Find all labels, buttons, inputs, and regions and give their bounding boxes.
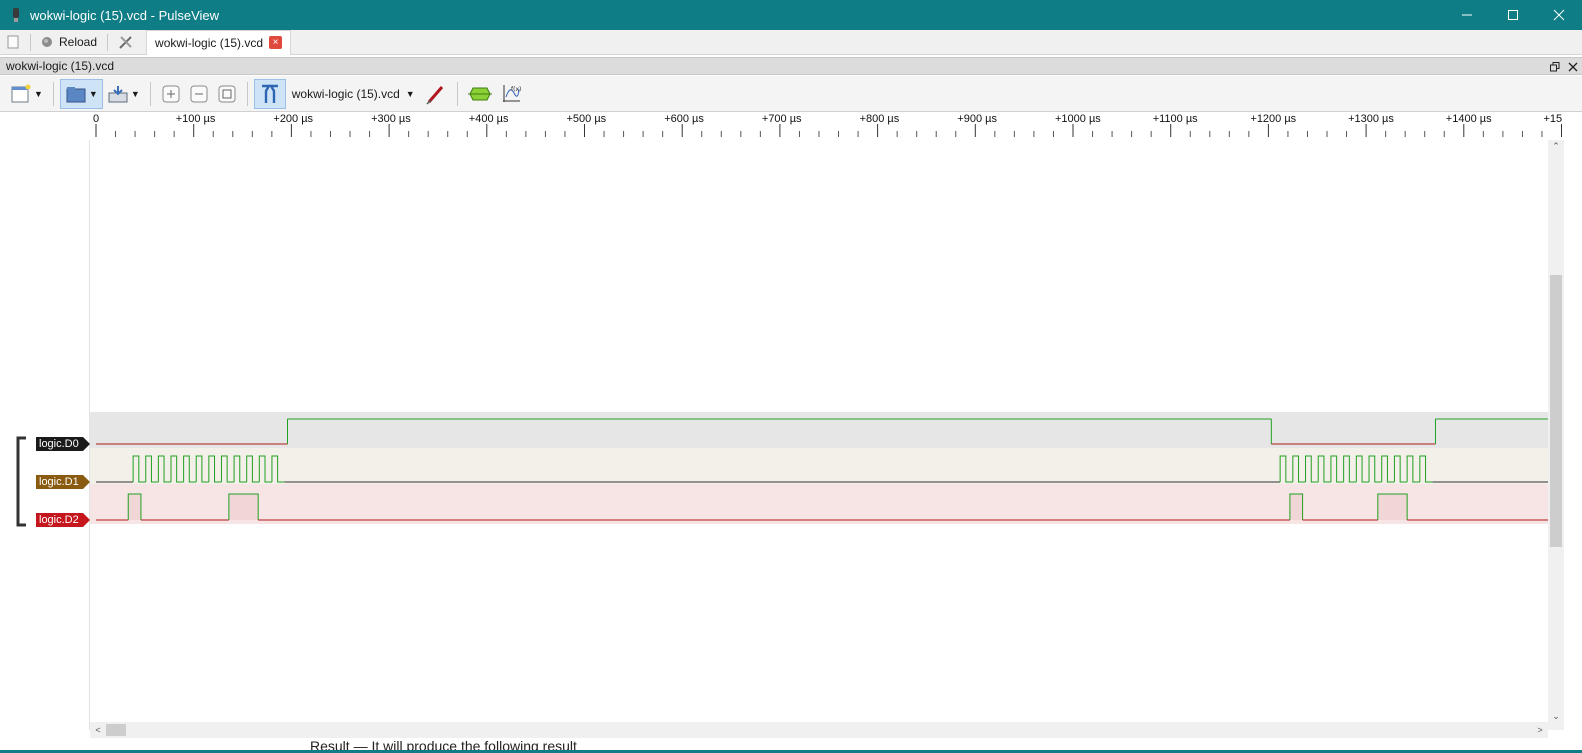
cursor-markers-icon (261, 84, 278, 103)
toolbar-separator (456, 81, 458, 106)
add-decoder-button[interactable] (464, 79, 496, 109)
vertical-scrollbar[interactable]: ⌃ ⌄ (1548, 140, 1564, 730)
horizontal-scroll-thumb[interactable] (106, 724, 126, 736)
minimize-icon (1462, 14, 1472, 16)
channel-group-bracket (16, 436, 26, 527)
session-tab-label: wokwi-logic (15).vcd (155, 35, 264, 50)
save-file-button[interactable]: ▼ (103, 79, 144, 109)
open-file-button[interactable]: ▼ (59, 78, 103, 109)
channel-label-pane: logic.D0 logic.D1 logic.D2 (0, 140, 90, 730)
session-tab-bar: Reload wokwi-logic (15).vcd × (0, 29, 1582, 55)
ruler-tick-label: +300 µs (371, 113, 411, 125)
channel-row-bg (90, 448, 1548, 484)
toolbar-separator (246, 81, 248, 106)
float-window-icon[interactable] (1550, 62, 1560, 72)
waveform-view[interactable] (90, 140, 1548, 730)
time-ruler[interactable]: 0 +100 µs +200 µs +300 µs +400 µs +500 µs +600… (90, 112, 1562, 140)
wrench-screwdriver-icon (119, 36, 132, 49)
device-selector[interactable]: wokwi-logic (15).vcd ▼ (286, 81, 421, 107)
d2-pulse-fill (1289, 494, 1303, 520)
reload-button[interactable]: Reload (35, 30, 103, 55)
pulseview-app-icon (13, 8, 19, 22)
zoom-fit-icon (218, 85, 236, 102)
ruler-tick-label: +700 µs (762, 113, 802, 125)
window-title: wokwi-logic (15).vcd - PulseView (30, 7, 220, 23)
ruler-tick-label: +500 µs (567, 113, 607, 125)
tab-close-icon[interactable]: × (269, 36, 283, 49)
close-icon (1553, 9, 1565, 21)
channel-label-d0[interactable]: logic.D0 (36, 437, 90, 451)
show-cursors-button[interactable] (253, 78, 286, 109)
chevron-down-icon: ▼ (405, 88, 415, 99)
chevron-down-icon: ▼ (88, 88, 98, 99)
toolbar-separator (52, 81, 54, 106)
document-title: wokwi-logic (15).vcd (6, 59, 115, 73)
new-view-icon (11, 84, 31, 102)
ruler-tick-label: +800 µs (860, 113, 900, 125)
zoom-in-button[interactable] (157, 79, 185, 109)
zoom-in-icon (162, 85, 180, 102)
new-view-button[interactable]: ▼ (6, 79, 47, 109)
new-page-icon (7, 35, 19, 49)
channel-row-bg (90, 484, 1548, 524)
ruler-tick-label: +400 µs (469, 113, 509, 125)
add-math-signal-button[interactable]: f(x) (496, 79, 526, 109)
maximize-button[interactable] (1490, 0, 1536, 30)
zoom-fit-button[interactable] (213, 79, 241, 109)
maximize-icon (1508, 10, 1518, 20)
d2-pulse-fill (1377, 494, 1408, 520)
folder-open-icon (66, 86, 86, 102)
scroll-left-icon[interactable]: < (90, 722, 106, 738)
vertical-scroll-thumb[interactable] (1550, 275, 1562, 547)
zoom-out-button[interactable] (185, 79, 213, 109)
close-document-icon[interactable] (1568, 62, 1578, 72)
ruler-tick-label: +600 µs (664, 113, 704, 125)
chevron-down-icon: ▼ (34, 88, 43, 99)
ruler-tick-label: +200 µs (273, 113, 313, 125)
toolbar-separator (30, 33, 31, 51)
settings-button[interactable] (112, 30, 140, 55)
scroll-right-icon[interactable]: > (1532, 722, 1548, 738)
close-button[interactable] (1536, 0, 1582, 30)
document-header: wokwi-logic (15).vcd (0, 57, 1582, 75)
main-toolbar: ▼ ▼ ▼ wokwi-logic (15).vcd ▼ f(x) (0, 76, 1582, 112)
ruler-tick-label: +1300 µs (1348, 113, 1394, 125)
horizontal-scrollbar[interactable]: < > (90, 722, 1548, 738)
zoom-out-icon (190, 85, 208, 102)
svg-text:f(x): f(x) (511, 86, 521, 93)
d2-pulse-fill (228, 494, 259, 520)
new-session-button[interactable] (0, 30, 26, 55)
background-page-strip: Result — It will produce the following r… (0, 738, 1582, 753)
probe-config-button[interactable] (421, 79, 451, 109)
math-function-icon: f(x) (502, 84, 521, 102)
reload-label: Reload (59, 35, 98, 49)
channel-label-d1[interactable]: logic.D1 (36, 475, 90, 489)
ruler-tick-label: +1200 µs (1250, 113, 1296, 125)
toolbar-separator (149, 81, 151, 106)
reload-icon (42, 37, 52, 47)
ruler-tick-label: +1000 µs (1055, 113, 1101, 125)
minimize-button[interactable] (1444, 0, 1490, 30)
session-tab[interactable]: wokwi-logic (15).vcd × (146, 29, 292, 55)
channel-row-bg (90, 412, 1548, 448)
decoder-icon (467, 87, 492, 100)
toolbar-separator (107, 33, 109, 51)
ruler-tick-label: 0 (93, 113, 99, 125)
ruler-tick-label: +1400 µs (1446, 113, 1492, 125)
ruler-tick-label: +1100 µs (1153, 113, 1198, 125)
ruler-tick-label: +900 µs (957, 113, 997, 125)
scroll-down-icon[interactable]: ⌄ (1548, 710, 1564, 722)
chevron-down-icon: ▼ (130, 88, 140, 99)
probe-icon (426, 85, 443, 105)
title-bar: wokwi-logic (15).vcd - PulseView (0, 0, 1582, 30)
ruler-tick-label: +100 µs (176, 113, 216, 125)
channel-label-d2[interactable]: logic.D2 (36, 513, 90, 527)
save-download-icon (108, 85, 128, 102)
scroll-up-icon[interactable]: ⌃ (1548, 140, 1564, 152)
ruler-tick-label: +1500 µs (1544, 113, 1563, 125)
d2-pulse-fill (128, 494, 141, 520)
device-name: wokwi-logic (15).vcd (291, 86, 400, 101)
